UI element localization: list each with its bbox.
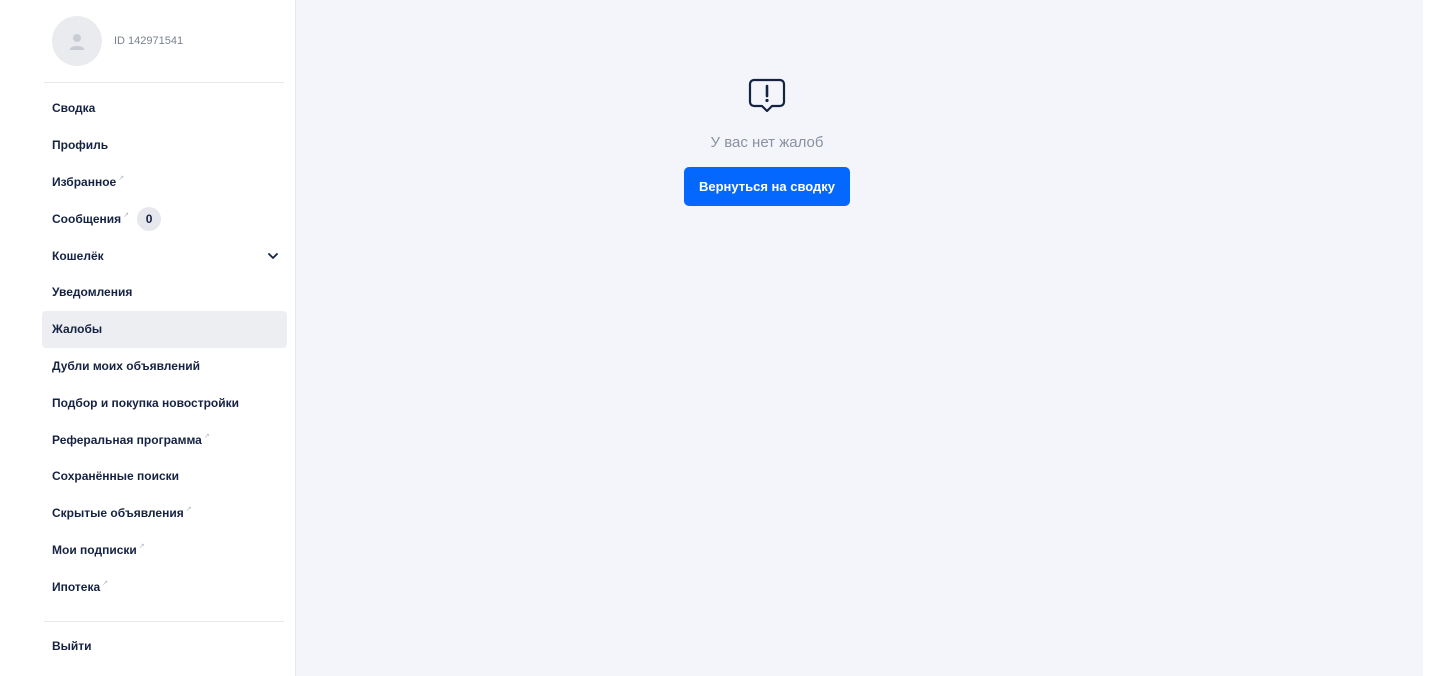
sidebar-item-saved-searches[interactable]: Сохранённые поиски: [42, 458, 287, 495]
sidebar-item-label: Профиль: [52, 138, 109, 153]
empty-state: У вас нет жалоб Вернуться на сводку: [682, 78, 852, 206]
sidebar-item-label: Уведомления: [52, 285, 133, 300]
external-link-icon: ↗: [185, 506, 192, 514]
sidebar-item-hidden-listings[interactable]: Скрытые объявления ↗: [42, 495, 287, 532]
external-link-icon: ↗: [123, 211, 130, 219]
profile-block: ID 142971541: [52, 16, 183, 66]
sidebar-item-label: Ипотека: [52, 579, 101, 594]
empty-state-text: У вас нет жалоб: [710, 134, 824, 151]
sidebar-item-referral[interactable]: Реферальная программа ↗: [42, 421, 287, 458]
external-link-icon: ↗: [102, 579, 109, 587]
sidebar-item-messages[interactable]: Сообщения ↗ 0: [42, 200, 287, 237]
page: ID 142971541 Сводка Профиль Избранное ↗ …: [20, 0, 1423, 676]
sidebar-item-mortgage[interactable]: Ипотека ↗: [42, 568, 287, 605]
sidebar-item-notifications[interactable]: Уведомления: [42, 274, 287, 311]
sidebar-item-label: Жалобы: [52, 322, 103, 337]
chevron-down-icon[interactable]: [267, 250, 279, 262]
sidebar-item-label: Кошелёк: [52, 248, 104, 263]
sidebar-item-label: Сводка: [52, 101, 96, 116]
sidebar-item-label: Дубли моих объявлений: [52, 358, 200, 373]
user-placeholder-icon: [69, 34, 85, 50]
external-link-icon: ↗: [118, 174, 125, 182]
sidebar-item-summary[interactable]: Сводка: [42, 90, 287, 127]
sidebar-divider-bottom: [44, 621, 284, 622]
user-id: ID 142971541: [114, 35, 184, 47]
logout-button[interactable]: Выйти: [42, 628, 287, 665]
logout-label: Выйти: [52, 639, 92, 654]
sidebar-divider-top: [44, 82, 284, 83]
sidebar-item-complaints[interactable]: Жалобы: [42, 310, 287, 348]
alert-message-icon: [748, 78, 786, 113]
sidebar-item-subscriptions[interactable]: Мои подписки ↗: [42, 532, 287, 569]
sidebar-item-label: Скрытые объявления: [52, 506, 184, 521]
logout-block: Выйти: [42, 628, 287, 665]
external-link-icon: ↗: [203, 432, 210, 440]
sidebar-item-profile[interactable]: Профиль: [42, 127, 287, 164]
sidebar-item-label: Сообщения: [52, 211, 122, 226]
sidebar-nav: Сводка Профиль Избранное ↗ Сообщения ↗ 0…: [42, 90, 287, 605]
main-content: У вас нет жалоб Вернуться на сводку: [296, 0, 1423, 676]
avatar[interactable]: [52, 16, 102, 66]
sidebar: ID 142971541 Сводка Профиль Избранное ↗ …: [20, 0, 296, 676]
sidebar-item-favorites[interactable]: Избранное ↗: [42, 164, 287, 201]
sidebar-item-label: Реферальная программа: [52, 432, 202, 447]
sidebar-item-label: Подбор и покупка новостройки: [52, 395, 239, 410]
external-link-icon: ↗: [138, 542, 145, 550]
sidebar-item-wallet[interactable]: Кошелёк: [42, 237, 287, 274]
messages-count-badge: 0: [137, 206, 162, 231]
sidebar-item-new-buildings[interactable]: Подбор и покупка новостройки: [42, 384, 287, 421]
sidebar-item-label: Мои подписки: [52, 542, 137, 557]
sidebar-item-label: Избранное: [52, 174, 117, 189]
sidebar-item-label: Сохранённые поиски: [52, 469, 180, 484]
sidebar-item-duplicates[interactable]: Дубли моих объявлений: [42, 348, 287, 385]
back-to-summary-button[interactable]: Вернуться на сводку: [684, 167, 850, 206]
